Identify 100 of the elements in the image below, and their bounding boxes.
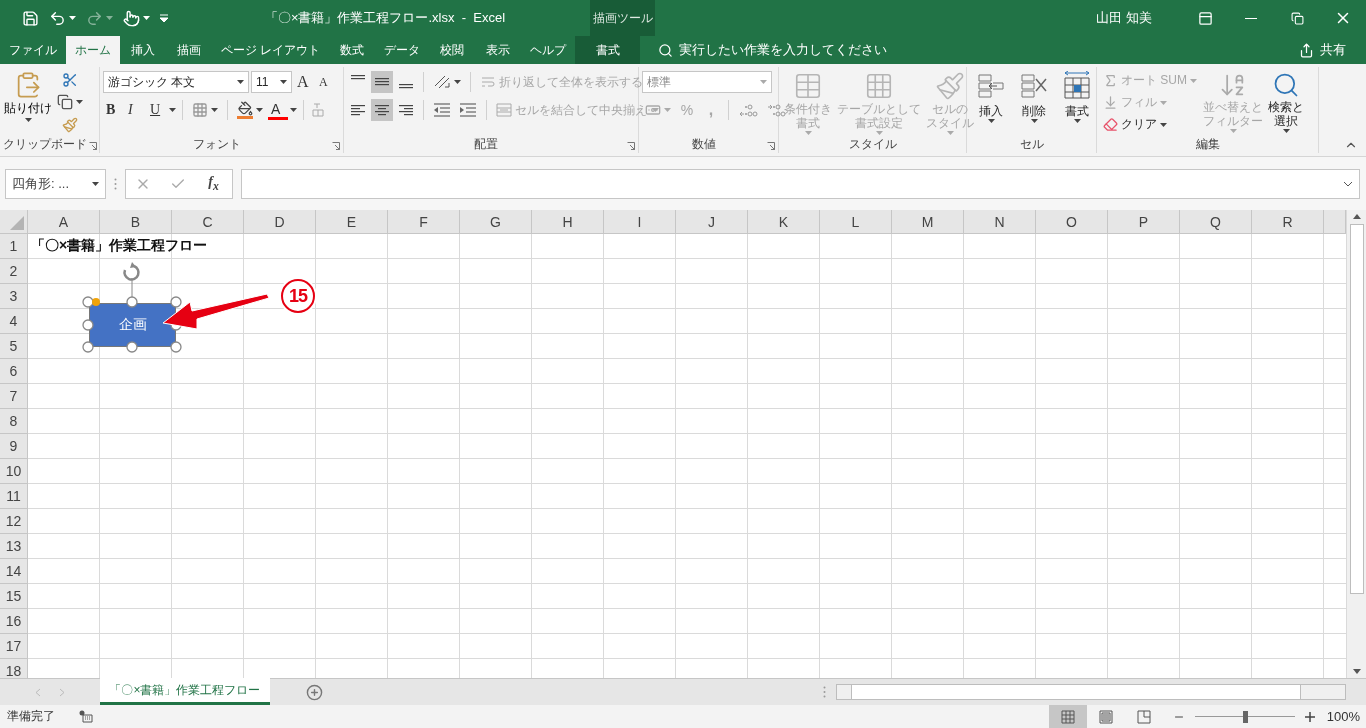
ribbon-tab[interactable]: 描画 [166,36,212,64]
row-header[interactable]: 1 [0,234,28,259]
column-header[interactable]: H [532,210,604,234]
font-color-button[interactable]: A [268,100,288,120]
row-header[interactable]: 15 [0,584,28,609]
page-icon [1098,709,1113,724]
scroll-up-icon[interactable] [1351,212,1362,220]
row-header[interactable]: 11 [0,484,28,509]
ribbon-tab[interactable]: データ [375,36,430,64]
splitter-handle-icon[interactable] [823,686,826,698]
row-header[interactable]: 16 [0,609,28,634]
font-size-dropdown[interactable]: 11 [251,71,292,93]
find-select-button[interactable]: 検索と 選択 [1266,70,1306,140]
column-header[interactable]: D [244,210,316,234]
column-header[interactable]: F [388,210,460,234]
clear-button[interactable]: クリア [1100,114,1200,135]
horizontal-align-button[interactable] [371,99,393,121]
grow-font-button[interactable]: A [294,71,314,93]
zoom-in-icon[interactable] [1304,711,1315,722]
column-header[interactable]: K [748,210,820,234]
caret-icon [211,108,218,112]
ribbon-tab[interactable]: 表示 [475,36,522,64]
macro-record-icon[interactable] [79,710,93,723]
tell-me-field[interactable]: 実行したい作業を入力してください [652,36,894,64]
column-header[interactable]: B [100,210,172,234]
view-button[interactable] [1048,705,1087,728]
vertical-align-button[interactable] [371,71,393,93]
group-label: クリップボード [3,135,87,153]
italic-button[interactable]: I [125,99,145,121]
column-header[interactable]: A [28,210,100,234]
row-header[interactable]: 17 [0,634,28,659]
fill-color-icon [237,101,253,119]
column-header[interactable]: N [964,210,1036,234]
selection-handles-drawing[interactable] [80,260,184,356]
column-header[interactable]: J [676,210,748,234]
row-header[interactable]: 14 [0,559,28,584]
underline-button[interactable]: U [147,99,167,121]
column-header[interactable]: G [460,210,532,234]
row-header[interactable]: 18 [0,659,28,678]
caret-icon [760,80,767,84]
row-header[interactable]: 9 [0,434,28,459]
row-header[interactable]: 13 [0,534,28,559]
shrink-font-button[interactable]: A [316,71,336,93]
ribbon-tab[interactable]: ファイル [0,36,66,64]
paste-button[interactable]: 貼り付け [3,70,53,138]
expand-icon[interactable] [1343,180,1353,187]
row-header[interactable]: 8 [0,409,28,434]
dialog-launcher-icon[interactable] [627,142,635,150]
splitter-handle-icon[interactable] [114,177,117,190]
row-header[interactable]: 5 [0,334,28,359]
bold-button[interactable]: B [103,99,123,121]
row-header[interactable]: 7 [0,384,28,409]
column-header[interactable]: P [1108,210,1180,234]
dialog-launcher-icon[interactable] [332,142,340,150]
undo-icon [49,9,66,27]
column-header[interactable]: E [316,210,388,234]
row-header[interactable]: 3 [0,284,28,309]
cells-button[interactable]: 書式 [1056,70,1098,140]
ribbon-tab[interactable]: 書式 [575,36,641,64]
row-header[interactable]: 12 [0,509,28,534]
column-header[interactable]: Q [1180,210,1252,234]
ribbon-tab[interactable]: 校閲 [429,36,476,64]
customize-toolbar-button[interactable] [158,12,170,24]
row-header[interactable]: 2 [0,259,28,284]
column-header[interactable]: M [892,210,964,234]
ribbon-tab[interactable]: ページ レイアウト [212,36,330,64]
row-header[interactable]: 4 [0,309,28,334]
zoom-thumb[interactable] [1242,710,1248,723]
column-header[interactable]: O [1036,210,1108,234]
decrease-decimal-icon [766,102,786,118]
scroll-down-icon[interactable] [1351,668,1362,676]
name-box[interactable]: 四角形: ... [5,168,106,199]
ribbon-tab[interactable]: ホーム [66,36,120,64]
flowchart-shape[interactable]: 企画 [89,303,176,347]
insert-function-button[interactable]: f$_{x}$ [204,174,223,193]
dialog-launcher-icon[interactable] [767,142,775,150]
column-header[interactable]: L [820,210,892,234]
caret-icon [237,80,244,84]
sheet-tab[interactable]: 「〇×書籍」作業工程フロー [100,678,270,705]
column-header[interactable]: R [1252,210,1324,234]
save-icon [22,9,39,27]
share-button[interactable]: 共有 [1293,36,1352,64]
column-header[interactable]: I [604,210,676,234]
row-header[interactable]: 10 [0,459,28,484]
ribbon-tab[interactable]: ヘルプ [521,36,576,64]
dialog-launcher-icon[interactable] [89,142,97,150]
align-left-icon [351,104,365,116]
formula-field[interactable] [241,168,1360,199]
fill-color-button[interactable] [234,99,266,121]
caret-icon [454,80,461,84]
caret-icon [946,131,954,135]
vertical-scroll-thumb[interactable] [1349,224,1364,594]
ribbon-tab[interactable]: 数式 [329,36,376,64]
caret-icon [280,80,287,84]
ribbon-tab[interactable]: 挿入 [120,36,166,64]
horizontal-scrollbar[interactable] [836,684,1346,700]
column-header[interactable]: C [172,210,244,234]
increase-indent-icon [459,103,477,117]
font-name-dropdown[interactable]: 游ゴシック 本文 [103,71,249,93]
row-header[interactable]: 6 [0,359,28,384]
